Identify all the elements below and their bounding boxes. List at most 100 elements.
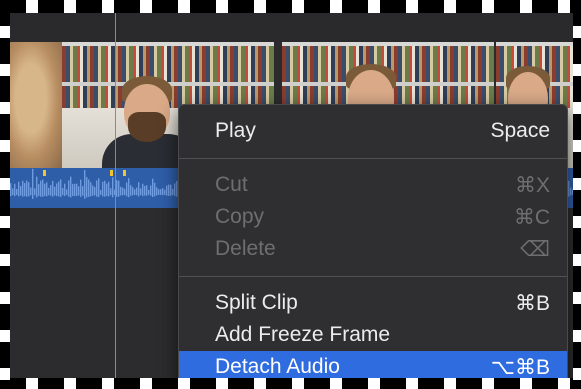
waveform-bar bbox=[24, 183, 26, 197]
waveform-bar bbox=[82, 186, 84, 196]
waveform-bar bbox=[104, 180, 106, 197]
waveform-bar bbox=[84, 169, 86, 199]
menu-separator bbox=[179, 276, 567, 277]
waveform-bar bbox=[70, 176, 72, 198]
waveform-bar bbox=[572, 189, 574, 195]
waveform-bar bbox=[106, 183, 108, 197]
waveform-bar bbox=[40, 180, 42, 197]
waveform-bar bbox=[86, 177, 88, 198]
menu-item-label: Detach Audio bbox=[215, 355, 340, 378]
menu-item-delete: Delete ⌫ bbox=[179, 233, 567, 265]
waveform-bar bbox=[30, 187, 32, 196]
waveform-bar bbox=[62, 188, 64, 196]
video-editor-timeline: Play Space Cut ⌘X Copy ⌘C Delete ⌫ Split Clip ⌘B A… bbox=[0, 0, 581, 389]
waveform-bar bbox=[78, 186, 80, 196]
waveform-bar bbox=[94, 186, 96, 196]
menu-item-cut: Cut ⌘X bbox=[179, 169, 567, 201]
waveform-bar bbox=[126, 182, 128, 197]
waveform-bar bbox=[90, 182, 92, 197]
waveform-bar bbox=[42, 179, 44, 197]
waveform-bar bbox=[166, 185, 168, 196]
playhead[interactable] bbox=[115, 0, 116, 389]
menu-item-shortcut: ⌥⌘B bbox=[490, 355, 550, 379]
marker-icon[interactable] bbox=[43, 170, 46, 176]
waveform-bar bbox=[570, 187, 572, 196]
waveform-bar bbox=[162, 188, 164, 196]
waveform-bar bbox=[92, 185, 94, 196]
waveform-bar bbox=[100, 189, 102, 195]
waveform-bar bbox=[148, 189, 150, 195]
menu-item-label: Copy bbox=[215, 205, 265, 228]
waveform-bar bbox=[22, 180, 24, 197]
menu-item-shortcut: ⌘B bbox=[514, 291, 550, 315]
waveform-bar bbox=[46, 182, 48, 197]
waveform-bar bbox=[52, 180, 54, 197]
waveform-bar bbox=[144, 185, 146, 196]
waveform-bar bbox=[54, 186, 56, 196]
waveform-bar bbox=[578, 182, 580, 197]
menu-item-detach-audio[interactable]: Detach Audio ⌥⌘B bbox=[179, 351, 567, 383]
waveform-bar bbox=[134, 189, 136, 195]
waveform-bar bbox=[156, 187, 158, 196]
waveform-bar bbox=[124, 188, 126, 196]
menu-item-copy: Copy ⌘C bbox=[179, 201, 567, 233]
waveform-bar bbox=[12, 188, 14, 196]
waveform-bar bbox=[170, 184, 172, 196]
waveform-bar bbox=[50, 185, 52, 196]
menu-item-shortcut: ⌘X bbox=[514, 173, 550, 197]
waveform-bar bbox=[138, 182, 140, 197]
waveform-bar bbox=[48, 187, 50, 196]
waveform-bar bbox=[110, 188, 112, 196]
waveform-bar bbox=[56, 183, 58, 197]
waveform-bar bbox=[146, 185, 148, 196]
waveform-bar bbox=[98, 178, 100, 198]
menu-item-label: Cut bbox=[215, 173, 248, 196]
waveform-bar bbox=[14, 183, 16, 197]
waveform-bar bbox=[120, 186, 122, 196]
marker-icon[interactable] bbox=[123, 170, 126, 176]
waveform-bar bbox=[168, 184, 170, 196]
waveform-bar bbox=[26, 180, 28, 197]
menu-item-label: Add Freeze Frame bbox=[215, 323, 391, 346]
waveform-bar bbox=[112, 177, 114, 198]
waveform-bar bbox=[18, 181, 20, 197]
waveform-bar bbox=[154, 182, 156, 197]
waveform-bar bbox=[66, 189, 68, 195]
menu-item-split-clip[interactable]: Split Clip ⌘B bbox=[179, 287, 567, 319]
waveform-bar bbox=[130, 185, 132, 196]
marker-icon[interactable] bbox=[110, 170, 113, 176]
clip-thumbnail-1[interactable] bbox=[10, 42, 62, 168]
waveform-bar bbox=[108, 181, 110, 197]
waveform-bar bbox=[118, 180, 120, 197]
waveform-bar bbox=[38, 184, 40, 196]
waveform-bar bbox=[164, 189, 166, 195]
menu-item-label: Delete bbox=[215, 237, 276, 260]
waveform-bar bbox=[74, 183, 76, 197]
waveform-bar bbox=[576, 188, 578, 196]
waveform-bar bbox=[172, 188, 174, 196]
menu-item-play[interactable]: Play Space bbox=[179, 115, 567, 147]
waveform-bar bbox=[76, 183, 78, 197]
waveform-bar bbox=[132, 187, 134, 196]
waveform-bar bbox=[574, 183, 576, 197]
waveform-bar bbox=[174, 183, 176, 197]
menu-separator bbox=[179, 158, 567, 159]
waveform-bar bbox=[142, 183, 144, 197]
waveform-bar bbox=[10, 183, 12, 197]
waveform-bar bbox=[136, 187, 138, 196]
menu-item-label: Split Clip bbox=[215, 291, 298, 314]
waveform-bar bbox=[28, 182, 30, 197]
waveform-bar bbox=[116, 180, 118, 197]
delete-key-icon: ⌫ bbox=[520, 237, 550, 261]
waveform-bar bbox=[72, 183, 74, 197]
menu-item-label: Play bbox=[215, 119, 256, 142]
menu-item-add-freeze-frame[interactable]: Add Freeze Frame bbox=[179, 319, 567, 351]
menu-item-shortcut: ⌘C bbox=[513, 205, 550, 229]
waveform-bar bbox=[44, 183, 46, 197]
waveform-bar bbox=[58, 181, 60, 197]
waveform-bar bbox=[60, 179, 62, 197]
waveform-bar bbox=[96, 180, 98, 197]
waveform-bar bbox=[68, 180, 70, 197]
timeline-top-area bbox=[0, 0, 581, 42]
waveform-bar bbox=[568, 180, 570, 197]
